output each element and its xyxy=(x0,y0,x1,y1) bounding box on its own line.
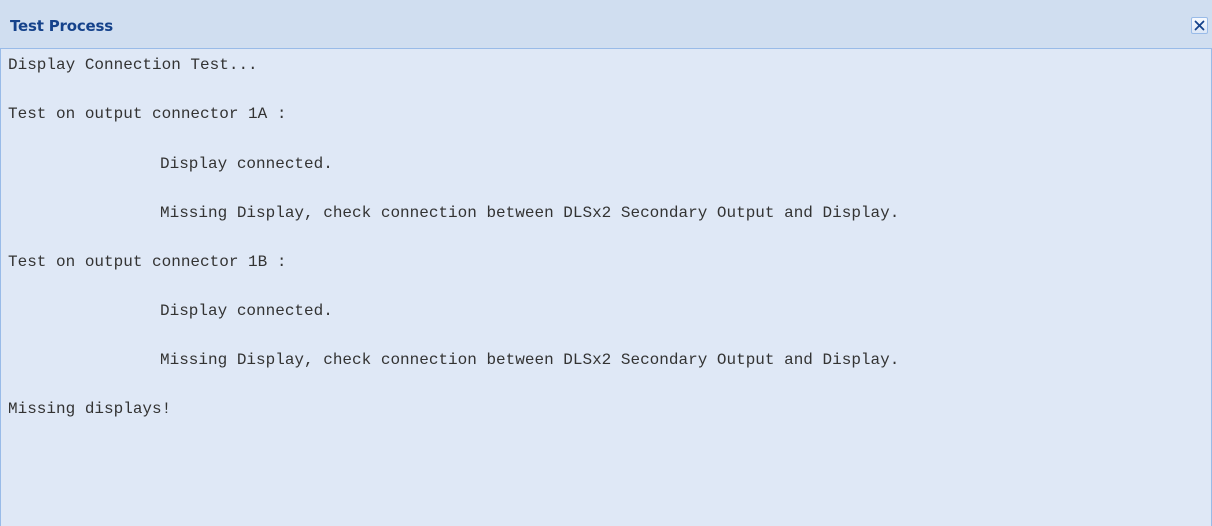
log-line: Missing displays! xyxy=(8,400,172,418)
test-process-window: Test Process Display Connection Test... … xyxy=(0,0,1212,526)
log-line: Missing Display, check connection betwee… xyxy=(160,204,900,222)
window-titlebar: Test Process xyxy=(0,0,1212,49)
log-line: Test on output connector 1A : xyxy=(8,105,287,123)
close-icon xyxy=(1194,20,1205,31)
log-line: Display connected. xyxy=(160,155,333,173)
log-line: Display connected. xyxy=(160,302,333,320)
log-line: Missing Display, check connection betwee… xyxy=(160,351,900,369)
close-button[interactable] xyxy=(1191,17,1208,34)
window-title: Test Process xyxy=(10,17,113,35)
log-line: Test on output connector 1B : xyxy=(8,253,287,271)
log-line: Display Connection Test... xyxy=(8,56,258,74)
